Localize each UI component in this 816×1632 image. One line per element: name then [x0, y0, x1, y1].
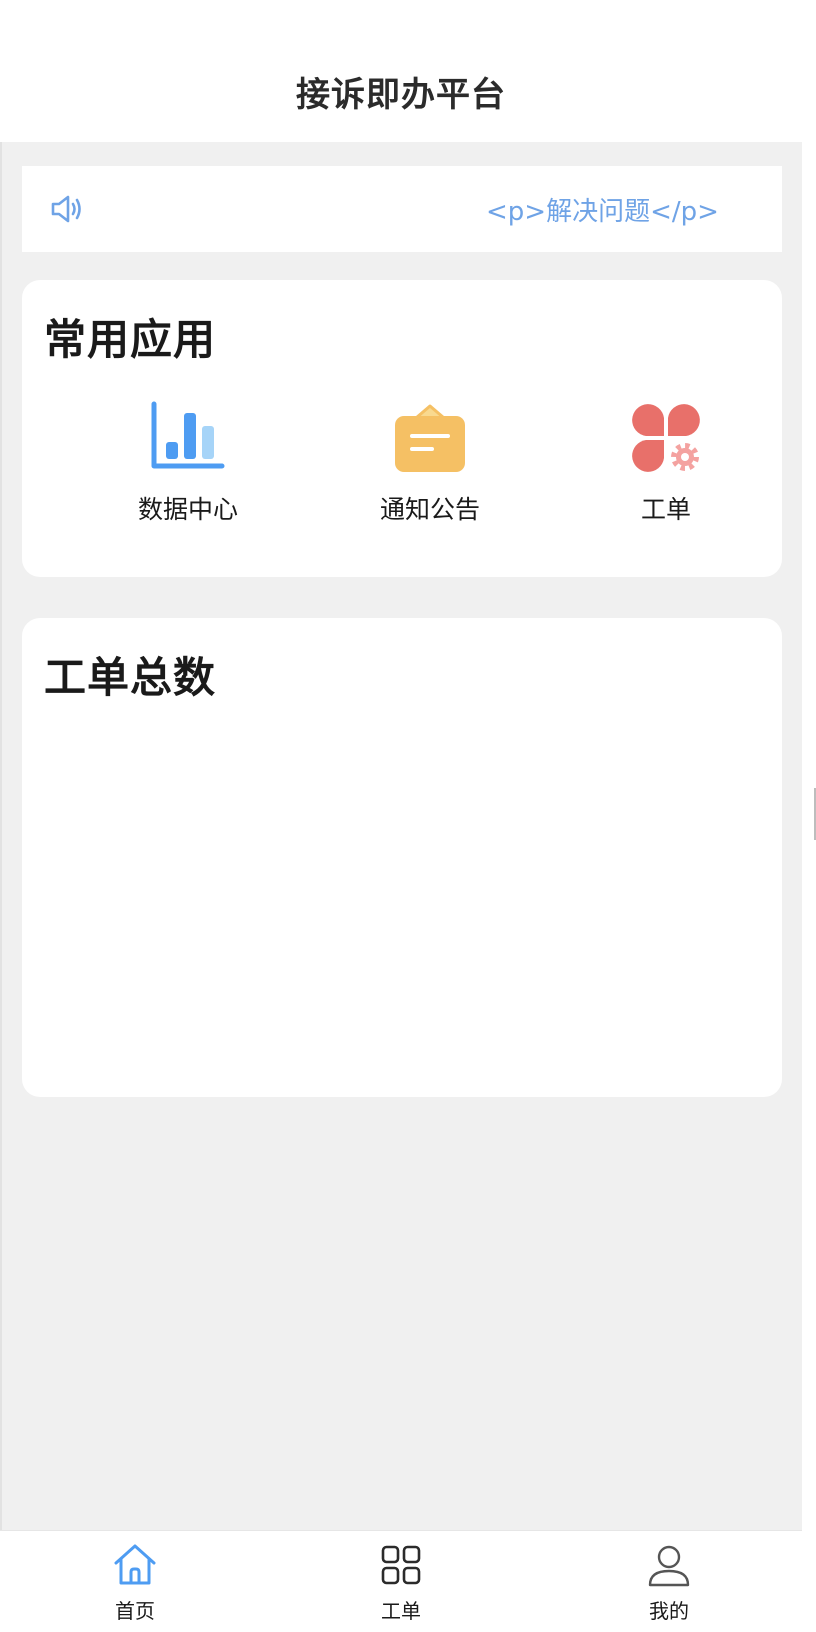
common-apps-title: 常用应用: [44, 315, 217, 364]
user-icon: [648, 1545, 690, 1587]
app-data-center-label: 数据中心: [137, 495, 238, 524]
speaker-icon: [51, 195, 81, 223]
tab-mine-label: 我的: [649, 1599, 689, 1623]
tab-work-order[interactable]: 工单: [341, 1541, 461, 1624]
tab-mine[interactable]: 我的: [609, 1541, 729, 1624]
notice-bar[interactable]: <p>解决问题</p>: [22, 166, 782, 252]
orders-total-title: 工单总数: [44, 653, 217, 702]
left-edge-line: [0, 0, 2, 1632]
common-apps-card: 常用应用 数据中心 通知公告 工单: [22, 280, 782, 577]
bottom-tab-bar: 首页 工单 我的: [0, 1530, 802, 1632]
home-icon: [114, 1544, 156, 1585]
notice-text[interactable]: <p>解决问题</p>: [486, 166, 719, 252]
app-work-order[interactable]: 工单: [576, 400, 756, 526]
app-notice[interactable]: 通知公告: [340, 400, 520, 526]
tab-home-label: 首页: [115, 1599, 155, 1623]
page-title: 接诉即办平台: [296, 75, 506, 115]
grid-icon: [381, 1545, 421, 1585]
tab-work-order-label: 工单: [381, 1599, 421, 1623]
app-screen: 接诉即办平台 <p>解决问题</p> 常用应用 数据中心 通知公告 工单 工单总…: [0, 0, 802, 1632]
app-data-center[interactable]: 数据中心: [98, 400, 278, 526]
header: 接诉即办平台: [0, 0, 802, 142]
notice-board-icon: [395, 404, 465, 472]
work-order-icon: [632, 404, 700, 472]
bar-chart-icon: [151, 401, 225, 469]
tab-home[interactable]: 首页: [75, 1541, 195, 1624]
app-work-order-label: 工单: [640, 495, 691, 524]
orders-total-card: 工单总数: [22, 618, 782, 1097]
apps-grid: 数据中心 通知公告 工单: [22, 400, 782, 540]
app-notice-label: 通知公告: [379, 495, 480, 524]
